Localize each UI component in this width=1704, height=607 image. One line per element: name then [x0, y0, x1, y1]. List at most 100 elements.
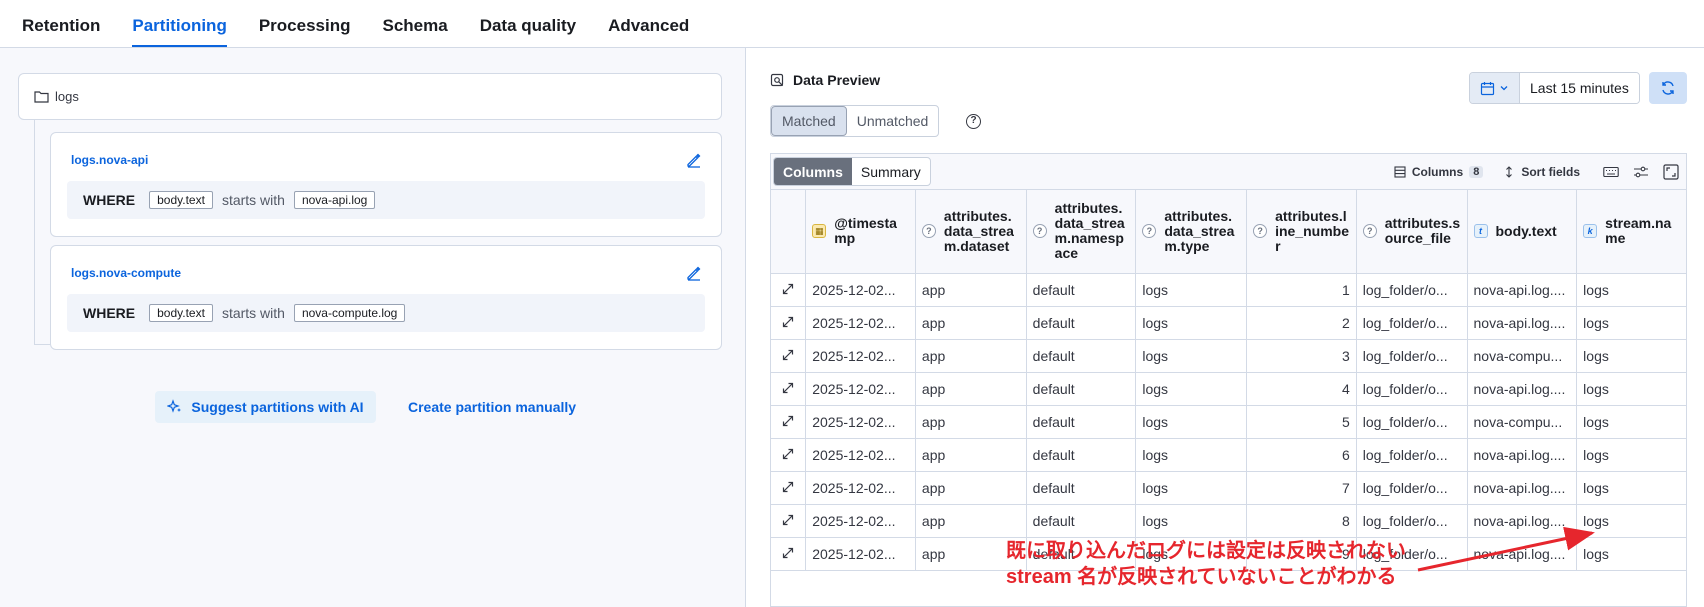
where-keyword: WHERE [83, 192, 136, 208]
annotation-line-2: stream 名が反映されていないことがわかる [1006, 566, 1397, 588]
chevron-down-icon [1500, 86, 1508, 91]
column-header-label: stream.name [1605, 215, 1672, 247]
annotation-text: 既に取り込んだログには設定は反映されない stream 名が反映されていないこと… [1006, 538, 1406, 590]
create-partition-manually-button[interactable]: Create partition manually [408, 391, 576, 423]
expand-row-icon[interactable] [771, 504, 807, 538]
column-header-label: attributes.line_number [1275, 207, 1349, 254]
annotation-arrow [1417, 526, 1595, 572]
column-header[interactable]: t body.text [1467, 190, 1578, 274]
table-cell: app [915, 372, 1027, 406]
expand-row-icon[interactable] [771, 537, 807, 571]
table-cell: logs [1135, 339, 1248, 373]
table-cell: nova-compu... [1467, 339, 1578, 373]
display-settings-icon[interactable] [1632, 163, 1650, 181]
table-cell: logs [1135, 372, 1248, 406]
expand-row-icon[interactable] [771, 405, 807, 439]
table-cell: nova-api.log.... [1467, 471, 1578, 505]
tab-processing[interactable]: Processing [259, 0, 367, 48]
column-header[interactable]: ? attributes.data_stream.dataset [915, 190, 1027, 274]
data-preview-panel: Data Preview Matched Unmatched ? Last 15… [747, 48, 1704, 607]
table-cell: default [1026, 438, 1137, 472]
table-row: 2025-12-02... app default logs 2 log_folder/o… [771, 306, 1686, 340]
table-cell: logs [1135, 438, 1248, 472]
preview-table: ▦ @timestamp? attributes.data_stream.datas… [771, 190, 1686, 571]
table-cell: 2025-12-02... [805, 339, 916, 373]
field-type-unk-icon: ? [1362, 224, 1377, 239]
tab-retention[interactable]: Retention [22, 0, 116, 48]
table-cell: app [915, 306, 1027, 340]
folder-icon [34, 91, 49, 103]
sort-fields-button[interactable]: Sort fields [1503, 165, 1580, 179]
expand-row-icon[interactable] [771, 273, 807, 307]
summary-view-tab[interactable]: Summary [852, 158, 930, 185]
tab-advanced[interactable]: Advanced [608, 0, 705, 48]
suggest-partitions-ai-button[interactable]: Suggest partitions with AI [155, 391, 376, 423]
edit-icon[interactable] [685, 264, 703, 282]
table-cell: app [915, 471, 1027, 505]
table-cell: logs [1135, 273, 1248, 307]
refresh-button[interactable] [1649, 72, 1687, 104]
fullscreen-icon[interactable] [1662, 163, 1680, 181]
root-stream-node[interactable]: logs [18, 73, 722, 120]
unmatched-tab[interactable]: Unmatched [847, 106, 939, 136]
table-cell: app [915, 438, 1027, 472]
partition-name[interactable]: logs.nova-api [71, 153, 148, 167]
table-cell: nova-api.log.... [1467, 438, 1578, 472]
table-cell: logs [1135, 306, 1248, 340]
expand-row-icon[interactable] [771, 438, 807, 472]
partition-name[interactable]: logs.nova-compute [71, 266, 181, 280]
table-cell: 2025-12-02... [805, 306, 916, 340]
tab-schema[interactable]: Schema [383, 0, 464, 48]
table-cell: log_folder/o... [1356, 372, 1468, 406]
table-cell: nova-compu... [1467, 405, 1578, 439]
table-cell: 2025-12-02... [805, 438, 916, 472]
table-row: 2025-12-02... app default logs 6 log_folder/o… [771, 438, 1686, 472]
date-quick-select-button[interactable] [1470, 73, 1520, 103]
table-cell: app [915, 504, 1027, 538]
time-range-display[interactable]: Last 15 minutes [1520, 73, 1639, 103]
table-cell: default [1026, 504, 1137, 538]
table-cell: 6 [1246, 438, 1357, 472]
table-cell: logs [1135, 471, 1248, 505]
table-cell: log_folder/o... [1356, 273, 1468, 307]
table-cell: log_folder/o... [1356, 471, 1468, 505]
sort-fields-label: Sort fields [1521, 165, 1580, 179]
column-header[interactable]: ? attributes.data_stream.namespace [1026, 190, 1137, 274]
condition-value: nova-api.log [293, 191, 376, 209]
tab-partitioning[interactable]: Partitioning [132, 0, 242, 48]
keyboard-icon[interactable] [1602, 163, 1620, 181]
column-header[interactable]: ▦ @timestamp [805, 190, 916, 274]
table-cell: app [915, 273, 1027, 307]
annotation-line-1: 既に取り込んだログには設定は反映されない [1006, 540, 1406, 562]
columns-selector-button[interactable]: Columns 8 [1394, 165, 1484, 179]
table-cell: logs [1576, 339, 1686, 373]
table-cell: logs [1135, 504, 1248, 538]
matched-tab[interactable]: Matched [771, 106, 847, 136]
field-type-unk-icon: ? [1032, 224, 1047, 239]
field-type-unk-icon: ? [1142, 224, 1157, 239]
table-cell: logs [1135, 405, 1248, 439]
table-cell: default [1026, 339, 1137, 373]
condition-value: nova-compute.log [293, 304, 406, 322]
sort-icon [1506, 166, 1513, 178]
expand-row-icon[interactable] [771, 372, 807, 406]
column-header[interactable]: ? attributes.source_file [1356, 190, 1468, 274]
edit-icon[interactable] [685, 151, 703, 169]
table-cell: nova-api.log.... [1467, 273, 1578, 307]
table-cell: 2025-12-02... [805, 405, 916, 439]
expand-row-icon[interactable] [771, 306, 807, 340]
column-header[interactable]: ? attributes.data_stream.type [1135, 190, 1248, 274]
table-row: 2025-12-02... app default logs 4 log_folder/o… [771, 372, 1686, 406]
tab-data-quality[interactable]: Data quality [480, 0, 592, 48]
column-header[interactable]: k stream.name [1576, 190, 1686, 274]
help-icon[interactable]: ? [966, 114, 981, 129]
table-header-row: ▦ @timestamp? attributes.data_stream.datas… [771, 190, 1686, 274]
columns-view-tab[interactable]: Columns [774, 158, 852, 185]
table-cell: logs [1576, 438, 1686, 472]
table-cell: logs [1576, 471, 1686, 505]
where-keyword: WHERE [83, 305, 136, 321]
field-type-unk-icon: ? [921, 224, 936, 239]
expand-row-icon[interactable] [771, 339, 807, 373]
expand-row-icon[interactable] [771, 471, 807, 505]
column-header[interactable]: ? attributes.line_number [1246, 190, 1357, 274]
